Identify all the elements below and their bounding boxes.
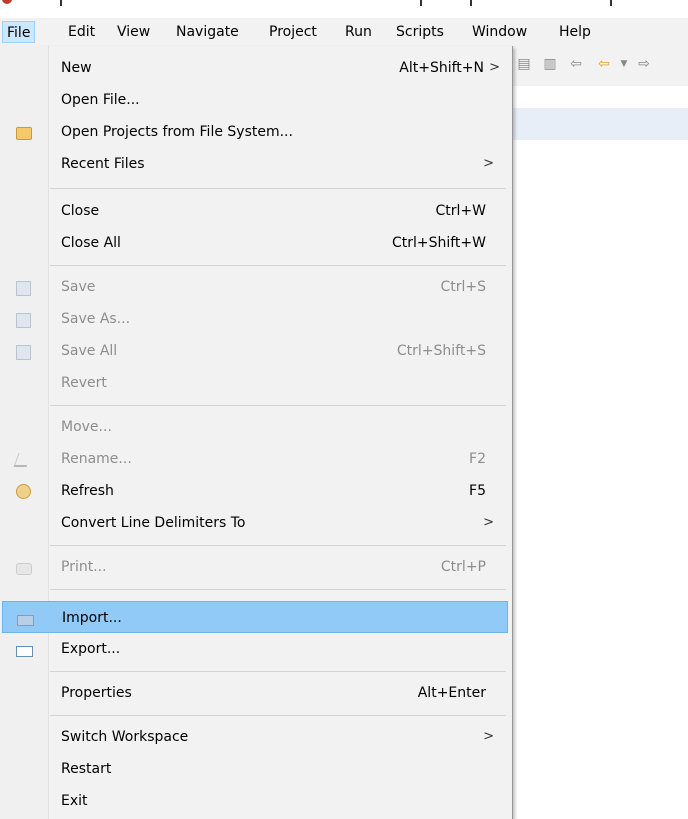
menu-item-shortcut: F5 [469, 483, 486, 499]
menu-item-import[interactable]: Import... [2, 601, 508, 633]
menu-item-shortcut: Ctrl+Shift+W [391, 235, 486, 251]
last-edit-icon[interactable]: ⇦ [568, 56, 584, 72]
menu-item-close-all[interactable]: Close All Ctrl+Shift+W [2, 227, 508, 259]
menu-separator [50, 545, 506, 546]
menu-edit[interactable]: Edit [64, 21, 99, 43]
menu-item-label: Refresh [61, 483, 114, 499]
menu-separator [50, 715, 506, 716]
menu-item-properties[interactable]: Properties Alt+Enter [2, 677, 508, 709]
save-disk-icon [16, 281, 31, 296]
import-icon [17, 615, 34, 626]
menu-item-print[interactable]: Print... Ctrl+P [2, 551, 508, 583]
menu-item-label: Restart [61, 761, 112, 777]
save-as-icon [16, 313, 31, 328]
file-menu-dropdown: New Alt+Shift+N > Open File... Open Proj… [0, 46, 513, 819]
menu-separator [50, 265, 506, 266]
menu-item-label: Import... [62, 610, 122, 626]
submenu-arrow-icon: > [483, 729, 494, 744]
save-all-icon [16, 345, 31, 360]
window-title-strip [0, 0, 688, 18]
submenu-arrow-icon: > [489, 60, 500, 75]
menu-item-shortcut: Ctrl+S [440, 279, 486, 295]
menu-run[interactable]: Run [341, 21, 376, 43]
menu-bar: File Edit View Navigate Project Run Scri… [0, 18, 688, 47]
menu-item-label: Save All [61, 343, 118, 359]
toolbar-icon[interactable]: ▤ [516, 56, 532, 72]
menu-item-label: New [61, 60, 92, 76]
rename-icon [13, 453, 32, 467]
menu-item-new[interactable]: New Alt+Shift+N > [2, 52, 508, 84]
toolbar-icon[interactable]: ▥ [542, 56, 558, 72]
menu-item-label: Close All [61, 235, 121, 251]
title-fragment [610, 0, 618, 6]
menu-item-exit[interactable]: Exit [2, 785, 508, 817]
menu-item-convert-line-delimiters[interactable]: Convert Line Delimiters To > [2, 507, 508, 539]
title-fragment [420, 0, 428, 6]
menu-item-close[interactable]: Close Ctrl+W [2, 195, 508, 227]
refresh-icon [16, 484, 31, 499]
menu-item-label: Export... [61, 641, 121, 657]
menu-item-restart[interactable]: Restart [2, 753, 508, 785]
menu-scripts[interactable]: Scripts [392, 21, 448, 43]
menu-separator [50, 589, 506, 590]
menu-item-label: Open Projects from File System... [61, 124, 293, 140]
menu-item-shortcut: Ctrl+Shift+S [396, 343, 486, 359]
menu-item-rename[interactable]: Rename... F2 [2, 443, 508, 475]
menu-item-label: Close [61, 203, 100, 219]
menu-item-switch-workspace[interactable]: Switch Workspace > [2, 721, 508, 753]
menu-item-shortcut: Alt+Enter [417, 685, 486, 701]
menu-item-shortcut: Ctrl+W [435, 203, 486, 219]
menu-item-label: Exit [61, 793, 88, 809]
menu-window[interactable]: Window [468, 21, 531, 43]
menu-item-label: Open File... [61, 92, 140, 108]
menu-item-save-as[interactable]: Save As... [2, 303, 508, 335]
menu-project[interactable]: Project [265, 21, 321, 43]
back-arrow-icon[interactable]: ⇦ [596, 56, 612, 72]
menu-separator [50, 405, 506, 406]
menu-item-label: Rename... [61, 451, 132, 467]
printer-icon [16, 563, 32, 575]
menu-item-label: Print... [61, 559, 107, 575]
menu-item-label: Revert [61, 375, 107, 391]
menu-item-open-projects[interactable]: Open Projects from File System... [2, 116, 508, 148]
menu-item-shortcut: F2 [469, 451, 486, 467]
menu-item-label: Move... [61, 419, 112, 435]
submenu-arrow-icon: > [483, 156, 494, 171]
menu-item-move[interactable]: Move... [2, 411, 508, 443]
editor-area [510, 140, 688, 819]
menu-item-open-file[interactable]: Open File... [2, 84, 508, 116]
menu-item-save[interactable]: Save Ctrl+S [2, 271, 508, 303]
menu-separator [50, 188, 506, 189]
app-icon [2, 0, 12, 4]
export-icon [16, 646, 33, 657]
title-fragment [470, 0, 478, 6]
submenu-arrow-icon: > [483, 515, 494, 530]
menu-navigate[interactable]: Navigate [172, 21, 243, 43]
menu-item-export[interactable]: Export... [2, 633, 508, 665]
menu-help[interactable]: Help [555, 21, 595, 43]
editor-tab-bar [510, 108, 688, 141]
menu-item-label: Recent Files [61, 156, 145, 172]
menu-item-shortcut: Ctrl+P [440, 559, 486, 575]
menu-item-label: Save [61, 279, 96, 295]
menu-item-label: Properties [61, 685, 132, 701]
title-fragment [60, 0, 68, 6]
menu-item-recent-files[interactable]: Recent Files > [2, 148, 508, 180]
chevron-down-icon[interactable]: ▼ [616, 56, 632, 72]
menu-item-label: Save As... [61, 311, 131, 327]
menu-item-save-all[interactable]: Save All Ctrl+Shift+S [2, 335, 508, 367]
folder-icon [16, 127, 32, 140]
forward-arrow-icon[interactable]: ⇨ [636, 56, 652, 72]
menu-separator [50, 671, 506, 672]
menu-item-revert[interactable]: Revert [2, 367, 508, 399]
menu-item-refresh[interactable]: Refresh F5 [2, 475, 508, 507]
menu-item-label: Convert Line Delimiters To [61, 515, 246, 531]
menu-file[interactable]: File [2, 21, 36, 43]
menu-item-shortcut: Alt+Shift+N [399, 60, 484, 76]
menu-item-label: Switch Workspace [61, 729, 189, 745]
menu-view[interactable]: View [113, 21, 154, 43]
toolbar: ▤ ▥ ⇦ ⇦ ▼ ⇨ [510, 46, 688, 86]
